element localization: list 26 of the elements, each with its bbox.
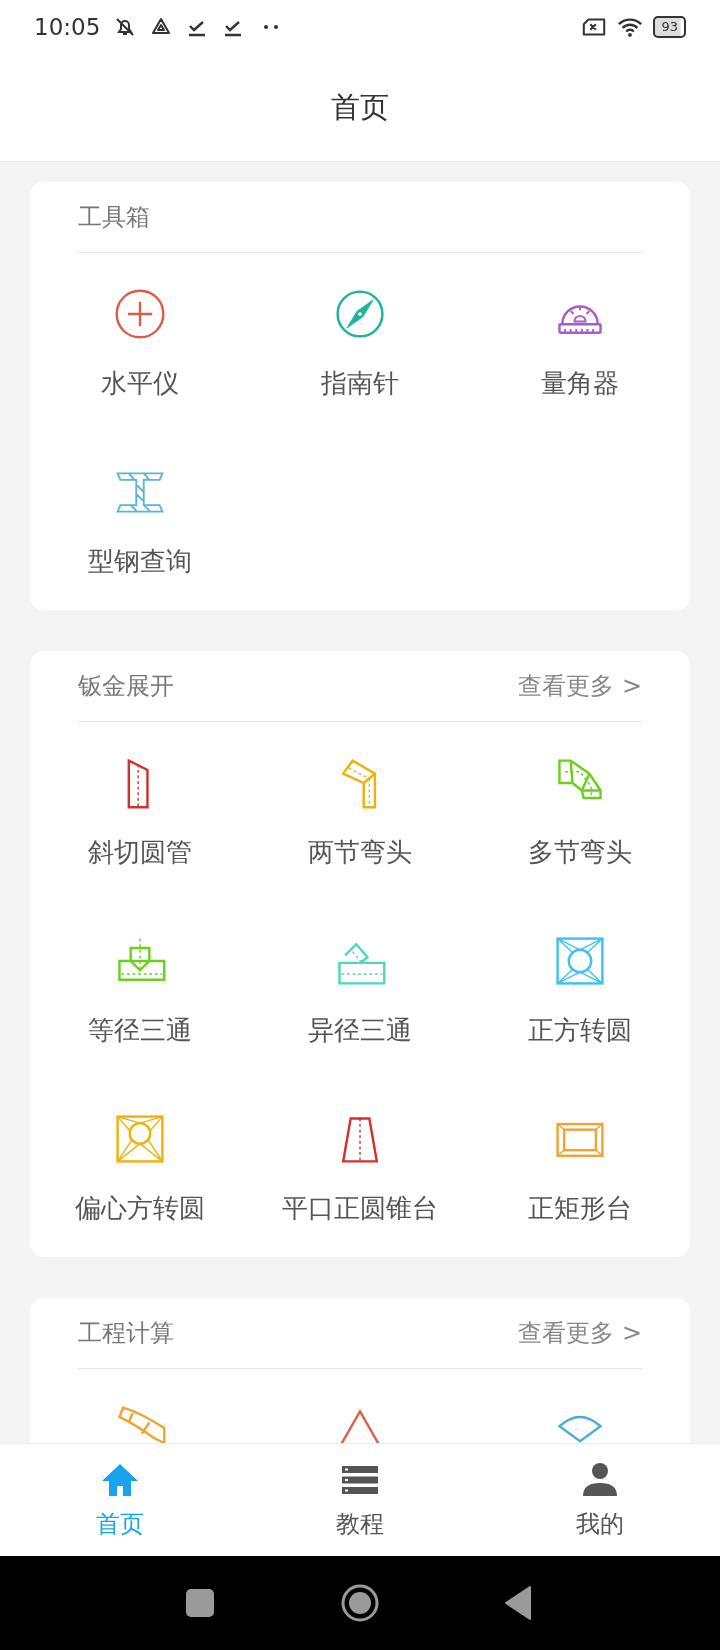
nav-tab[interactable]: 我的 [562,1460,638,1540]
section-title: 钣金展开 [78,671,174,702]
tool-item[interactable]: 斜切圆管 [88,755,192,867]
tool-item[interactable]: 正矩形台 [528,1111,632,1223]
view-more-link[interactable]: 查看更多 > [518,1317,642,1349]
tool-item[interactable]: 正方转圆 [528,933,632,1045]
tool-item[interactable]: 平口正圆锥台 [282,1111,438,1223]
view-more-link[interactable]: 查看更多 > [518,670,642,702]
tool-item[interactable]: 型钢查询 [88,464,192,576]
section-title: 工具箱 [78,202,150,233]
more-dots-icon [264,25,279,29]
tool-item[interactable]: 等径三通 [88,933,192,1045]
nav-tab[interactable]: 教程 [322,1460,398,1540]
tool-item[interactable]: 异径三通 [308,933,412,1045]
tool-item[interactable]: 量角器 [541,286,619,398]
tool-item[interactable]: 指南针 [321,286,399,398]
tool-item[interactable]: 水平仪 [101,286,179,398]
battery-indicator: 93 [653,16,686,38]
tool-item[interactable]: 偏心方转圆 [75,1111,205,1223]
home-button[interactable] [340,1583,380,1623]
section-title: 工程计算 [78,1318,174,1349]
status-time: 10:05 [34,14,101,40]
tool-item[interactable]: 多节弯头 [528,755,632,867]
wifi-icon [617,15,644,39]
tool-item[interactable]: 两节弯头 [308,755,412,867]
page-title: 首页 [331,88,389,126]
